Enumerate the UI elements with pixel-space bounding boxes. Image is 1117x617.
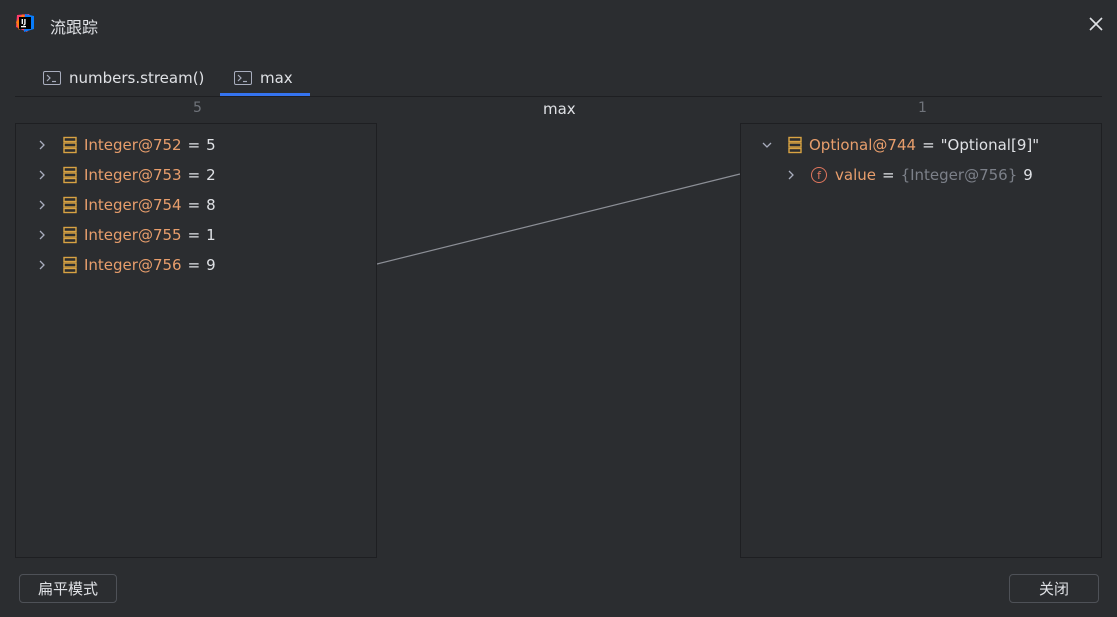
equals-sign: = <box>187 136 201 154</box>
tree-row[interactable]: Integer@754 = 8 <box>36 192 216 218</box>
object-name: Integer@752 <box>84 136 182 154</box>
chevron-right-icon[interactable] <box>36 259 48 271</box>
object-value: 8 <box>206 196 216 214</box>
object-value: 9 <box>206 256 216 274</box>
object-name: Integer@754 <box>84 196 182 214</box>
equals-sign: = <box>187 166 201 184</box>
object-value: "Optional[9]" <box>940 136 1040 154</box>
tab-numbers-stream[interactable]: numbers.stream() <box>29 62 218 94</box>
equals-sign: = <box>187 256 201 274</box>
object-name: Optional@744 <box>809 136 917 154</box>
svg-text:IJ: IJ <box>21 18 26 26</box>
intellij-idea-icon: IJ <box>16 14 34 32</box>
input-values-panel[interactable]: Integer@752 = 5 Integer@753 = 2 Integer@… <box>15 123 377 558</box>
object-stack-icon <box>63 196 77 214</box>
left-count: 5 <box>193 100 202 116</box>
terminal-icon <box>43 71 61 85</box>
object-value: 2 <box>206 166 216 184</box>
chevron-right-icon[interactable] <box>36 199 48 211</box>
close-icon[interactable] <box>1087 15 1105 33</box>
object-name: Integer@753 <box>84 166 182 184</box>
chevron-right-icon[interactable] <box>36 169 48 181</box>
title-bar: IJ 流跟踪 <box>0 0 1117 48</box>
tree-row-root[interactable]: Optional@744 = "Optional[9]" <box>761 132 1039 158</box>
close-button[interactable]: 关闭 <box>1009 574 1099 603</box>
field-icon: f <box>811 167 827 183</box>
window-title: 流跟踪 <box>50 18 99 37</box>
operation-label: max <box>543 100 576 118</box>
equals-sign: = <box>187 196 201 214</box>
equals-sign: = <box>922 136 935 154</box>
terminal-icon <box>234 70 252 85</box>
tree-row[interactable]: Integer@752 = 5 <box>36 132 216 158</box>
tree-row[interactable]: Integer@755 = 1 <box>36 222 216 248</box>
tab-label: max <box>260 68 293 87</box>
field-name: value <box>835 166 876 184</box>
object-value: 5 <box>206 136 216 154</box>
result-panel[interactable]: Optional@744 = "Optional[9]" f value = {… <box>740 123 1102 558</box>
object-value: 1 <box>206 226 216 244</box>
field-value: 9 <box>1023 166 1033 184</box>
tree-row[interactable]: Integer@753 = 2 <box>36 162 216 188</box>
object-stack-icon <box>63 136 77 154</box>
equals-sign: = <box>187 226 201 244</box>
object-stack-icon <box>63 256 77 274</box>
object-name: Integer@755 <box>84 226 182 244</box>
chevron-right-icon[interactable] <box>36 229 48 241</box>
object-stack-icon <box>788 136 802 154</box>
tree-row-child[interactable]: f value = {Integer@756} 9 <box>785 162 1033 188</box>
right-count: 1 <box>918 100 927 116</box>
flat-mode-button[interactable]: 扁平模式 <box>19 574 117 603</box>
tab-bar: numbers.stream() max <box>15 62 1102 97</box>
object-name: Integer@756 <box>84 256 182 274</box>
tree-row[interactable]: Integer@756 = 9 <box>36 252 216 278</box>
chevron-down-icon[interactable] <box>761 139 773 151</box>
chevron-right-icon[interactable] <box>36 139 48 151</box>
equals-sign: = <box>881 166 895 184</box>
object-stack-icon <box>63 166 77 184</box>
field-reference: {Integer@756} <box>900 166 1018 184</box>
chevron-right-icon[interactable] <box>785 169 797 181</box>
object-stack-icon <box>63 226 77 244</box>
tab-label: numbers.stream() <box>69 69 205 87</box>
tab-max[interactable]: max <box>220 62 310 96</box>
